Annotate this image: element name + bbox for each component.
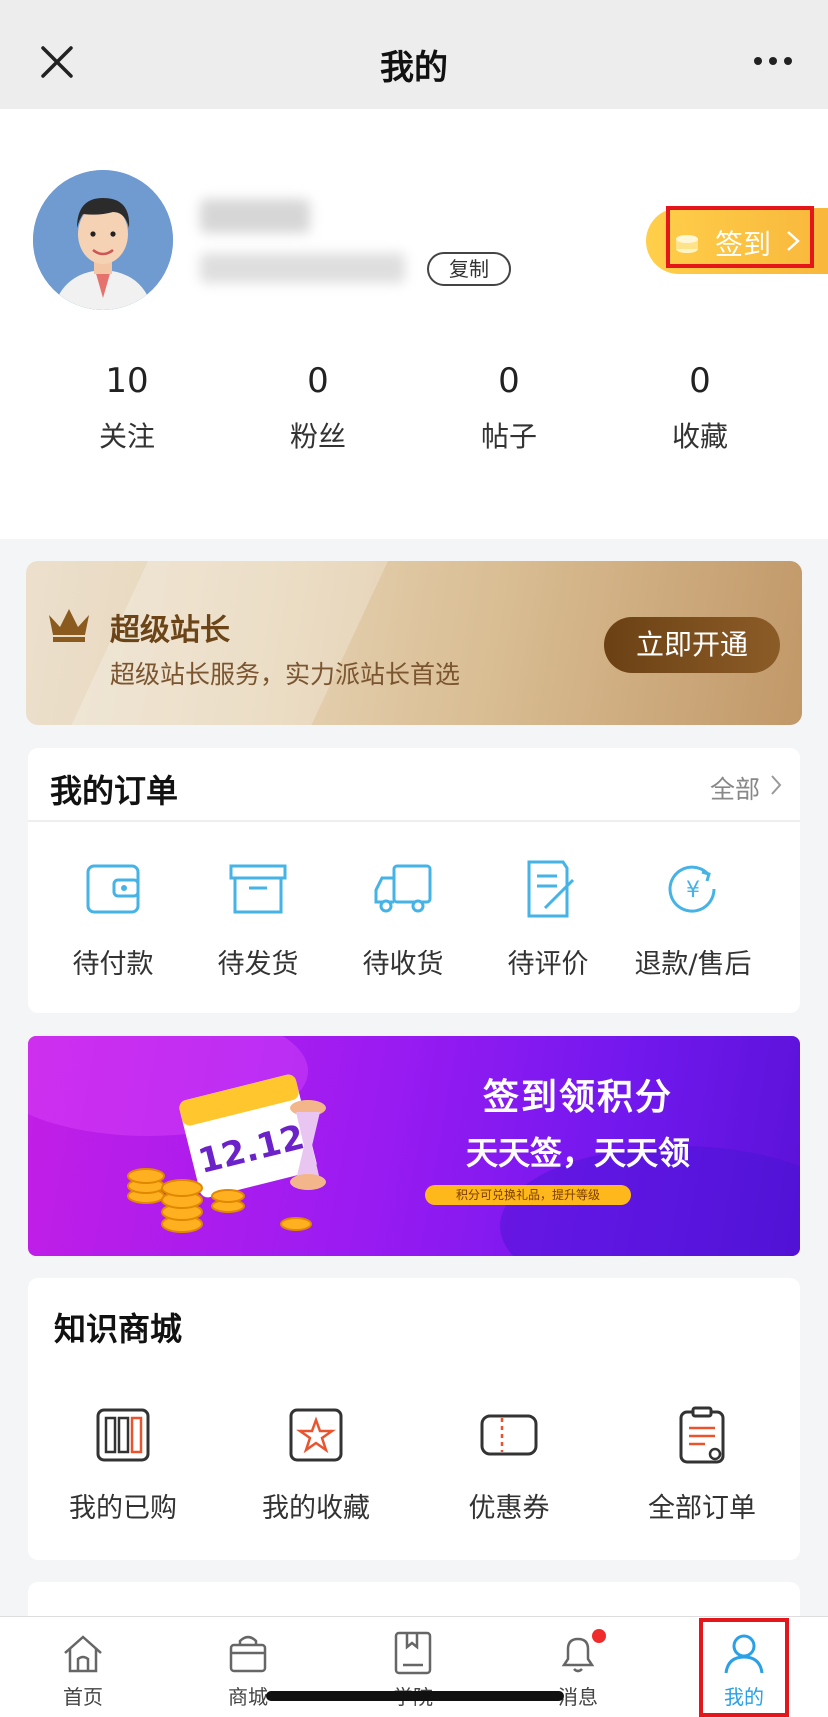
vip-subtitle: 超级站长服务，实力派站长首选 (110, 660, 461, 689)
tab-home[interactable]: 首页 (23, 1631, 143, 1710)
order-item-label: 待付款 (72, 949, 154, 980)
truck-icon (374, 864, 432, 913)
order-item-label: 待发货 (217, 949, 299, 980)
banner-note: 积分可兑换礼品，提升等级 (425, 1185, 631, 1205)
box-icon (229, 864, 287, 914)
clipboard-icon (679, 1406, 725, 1464)
order-item-label: 待评价 (507, 949, 589, 980)
stat-number: 10 (105, 361, 149, 401)
profile-section: 复制 签到 10 关注 0 粉丝 0 帖子 0 收藏 (0, 109, 828, 539)
checkin-highlight-box (666, 206, 814, 268)
order-pending-receipt[interactable]: 待收货 (323, 858, 483, 981)
vip-banner[interactable]: 超级站长 超级站长服务，实力派站长首选 立即开通 (26, 561, 802, 725)
banner-subtitle: 天天签，天天领 (465, 1134, 690, 1172)
top-nav-bar: 我的 (0, 0, 828, 109)
stat-label: 关注 (98, 420, 155, 453)
mall-all-orders[interactable]: 全部订单 (607, 1406, 797, 1525)
orders-title: 我的订单 (50, 772, 179, 810)
favorite-star-icon (289, 1408, 343, 1462)
refund-icon: ¥ (668, 865, 716, 913)
mall-title: 知识商城 (54, 1310, 183, 1348)
order-refund-aftersale[interactable]: ¥ 退款/售后 (613, 858, 773, 981)
stat-number: 0 (307, 361, 329, 401)
stat-number: 0 (498, 361, 520, 401)
stat-posts[interactable]: 0 帖子 (429, 359, 589, 455)
copy-button[interactable]: 复制 (427, 252, 511, 286)
wallet-icon (86, 864, 140, 914)
calendar-coins-illustration: 12.12 (127, 1074, 326, 1233)
my-orders-card: 我的订单 全部 待付款 待发货 待收货 待评价 ¥ 退款/售后 (28, 748, 800, 1013)
mall-item-label: 优惠券 (468, 1493, 550, 1524)
stat-label: 帖子 (480, 420, 537, 453)
notification-dot (592, 1629, 606, 1643)
vip-title: 超级站长 (110, 613, 230, 648)
bag-icon (229, 1635, 267, 1673)
vip-activate-button[interactable]: 立即开通 (604, 617, 780, 673)
stat-fans[interactable]: 0 粉丝 (238, 359, 398, 455)
order-pending-shipment[interactable]: 待发货 (178, 858, 338, 981)
order-item-label: 退款/售后 (634, 949, 752, 980)
more-options-icon[interactable] (752, 54, 794, 68)
crown-icon (49, 609, 89, 642)
mall-coupons[interactable]: 优惠券 (414, 1406, 604, 1525)
order-pending-review[interactable]: 待评价 (468, 858, 628, 981)
avatar-image (33, 170, 173, 310)
avatar[interactable] (33, 170, 173, 310)
home-icon (64, 1635, 102, 1673)
tab-mine-highlight-box (699, 1618, 789, 1717)
order-pending-payment[interactable]: 待付款 (33, 858, 193, 981)
chevron-right-icon[interactable] (770, 774, 782, 796)
mall-item-label: 全部订单 (648, 1493, 756, 1524)
stat-following[interactable]: 10 关注 (47, 359, 207, 455)
checkin-promo-banner[interactable]: 12.12 签到领积分 天天签，天天领 积分可兑换礼品，提升等级 (28, 1036, 800, 1256)
mall-item-label: 我的收藏 (262, 1493, 370, 1524)
order-item-label: 待收货 (362, 949, 444, 980)
stat-favorites[interactable]: 0 收藏 (620, 359, 780, 455)
stat-label: 粉丝 (289, 420, 346, 453)
mall-favorites[interactable]: 我的收藏 (221, 1406, 411, 1525)
book-icon (394, 1631, 432, 1675)
divider (28, 820, 800, 822)
tab-label: 首页 (63, 1685, 103, 1709)
knowledge-mall-card: 知识商城 我的已购 我的收藏 优惠券 全部订单 (28, 1278, 800, 1560)
mall-item-label: 我的已购 (69, 1493, 177, 1524)
username-blurred (200, 199, 310, 233)
coupon-icon (480, 1414, 538, 1456)
svg-text:¥: ¥ (686, 878, 700, 903)
review-icon (527, 860, 575, 918)
page-title: 我的 (380, 48, 448, 88)
stat-number: 0 (689, 361, 711, 401)
stat-label: 收藏 (671, 420, 728, 453)
banner-title: 签到领积分 (482, 1077, 673, 1118)
home-indicator[interactable] (266, 1691, 564, 1701)
purchased-icon (96, 1408, 150, 1462)
orders-view-all-link[interactable]: 全部 (710, 770, 760, 806)
user-id-blurred (200, 253, 405, 283)
mall-purchased[interactable]: 我的已购 (28, 1406, 218, 1525)
